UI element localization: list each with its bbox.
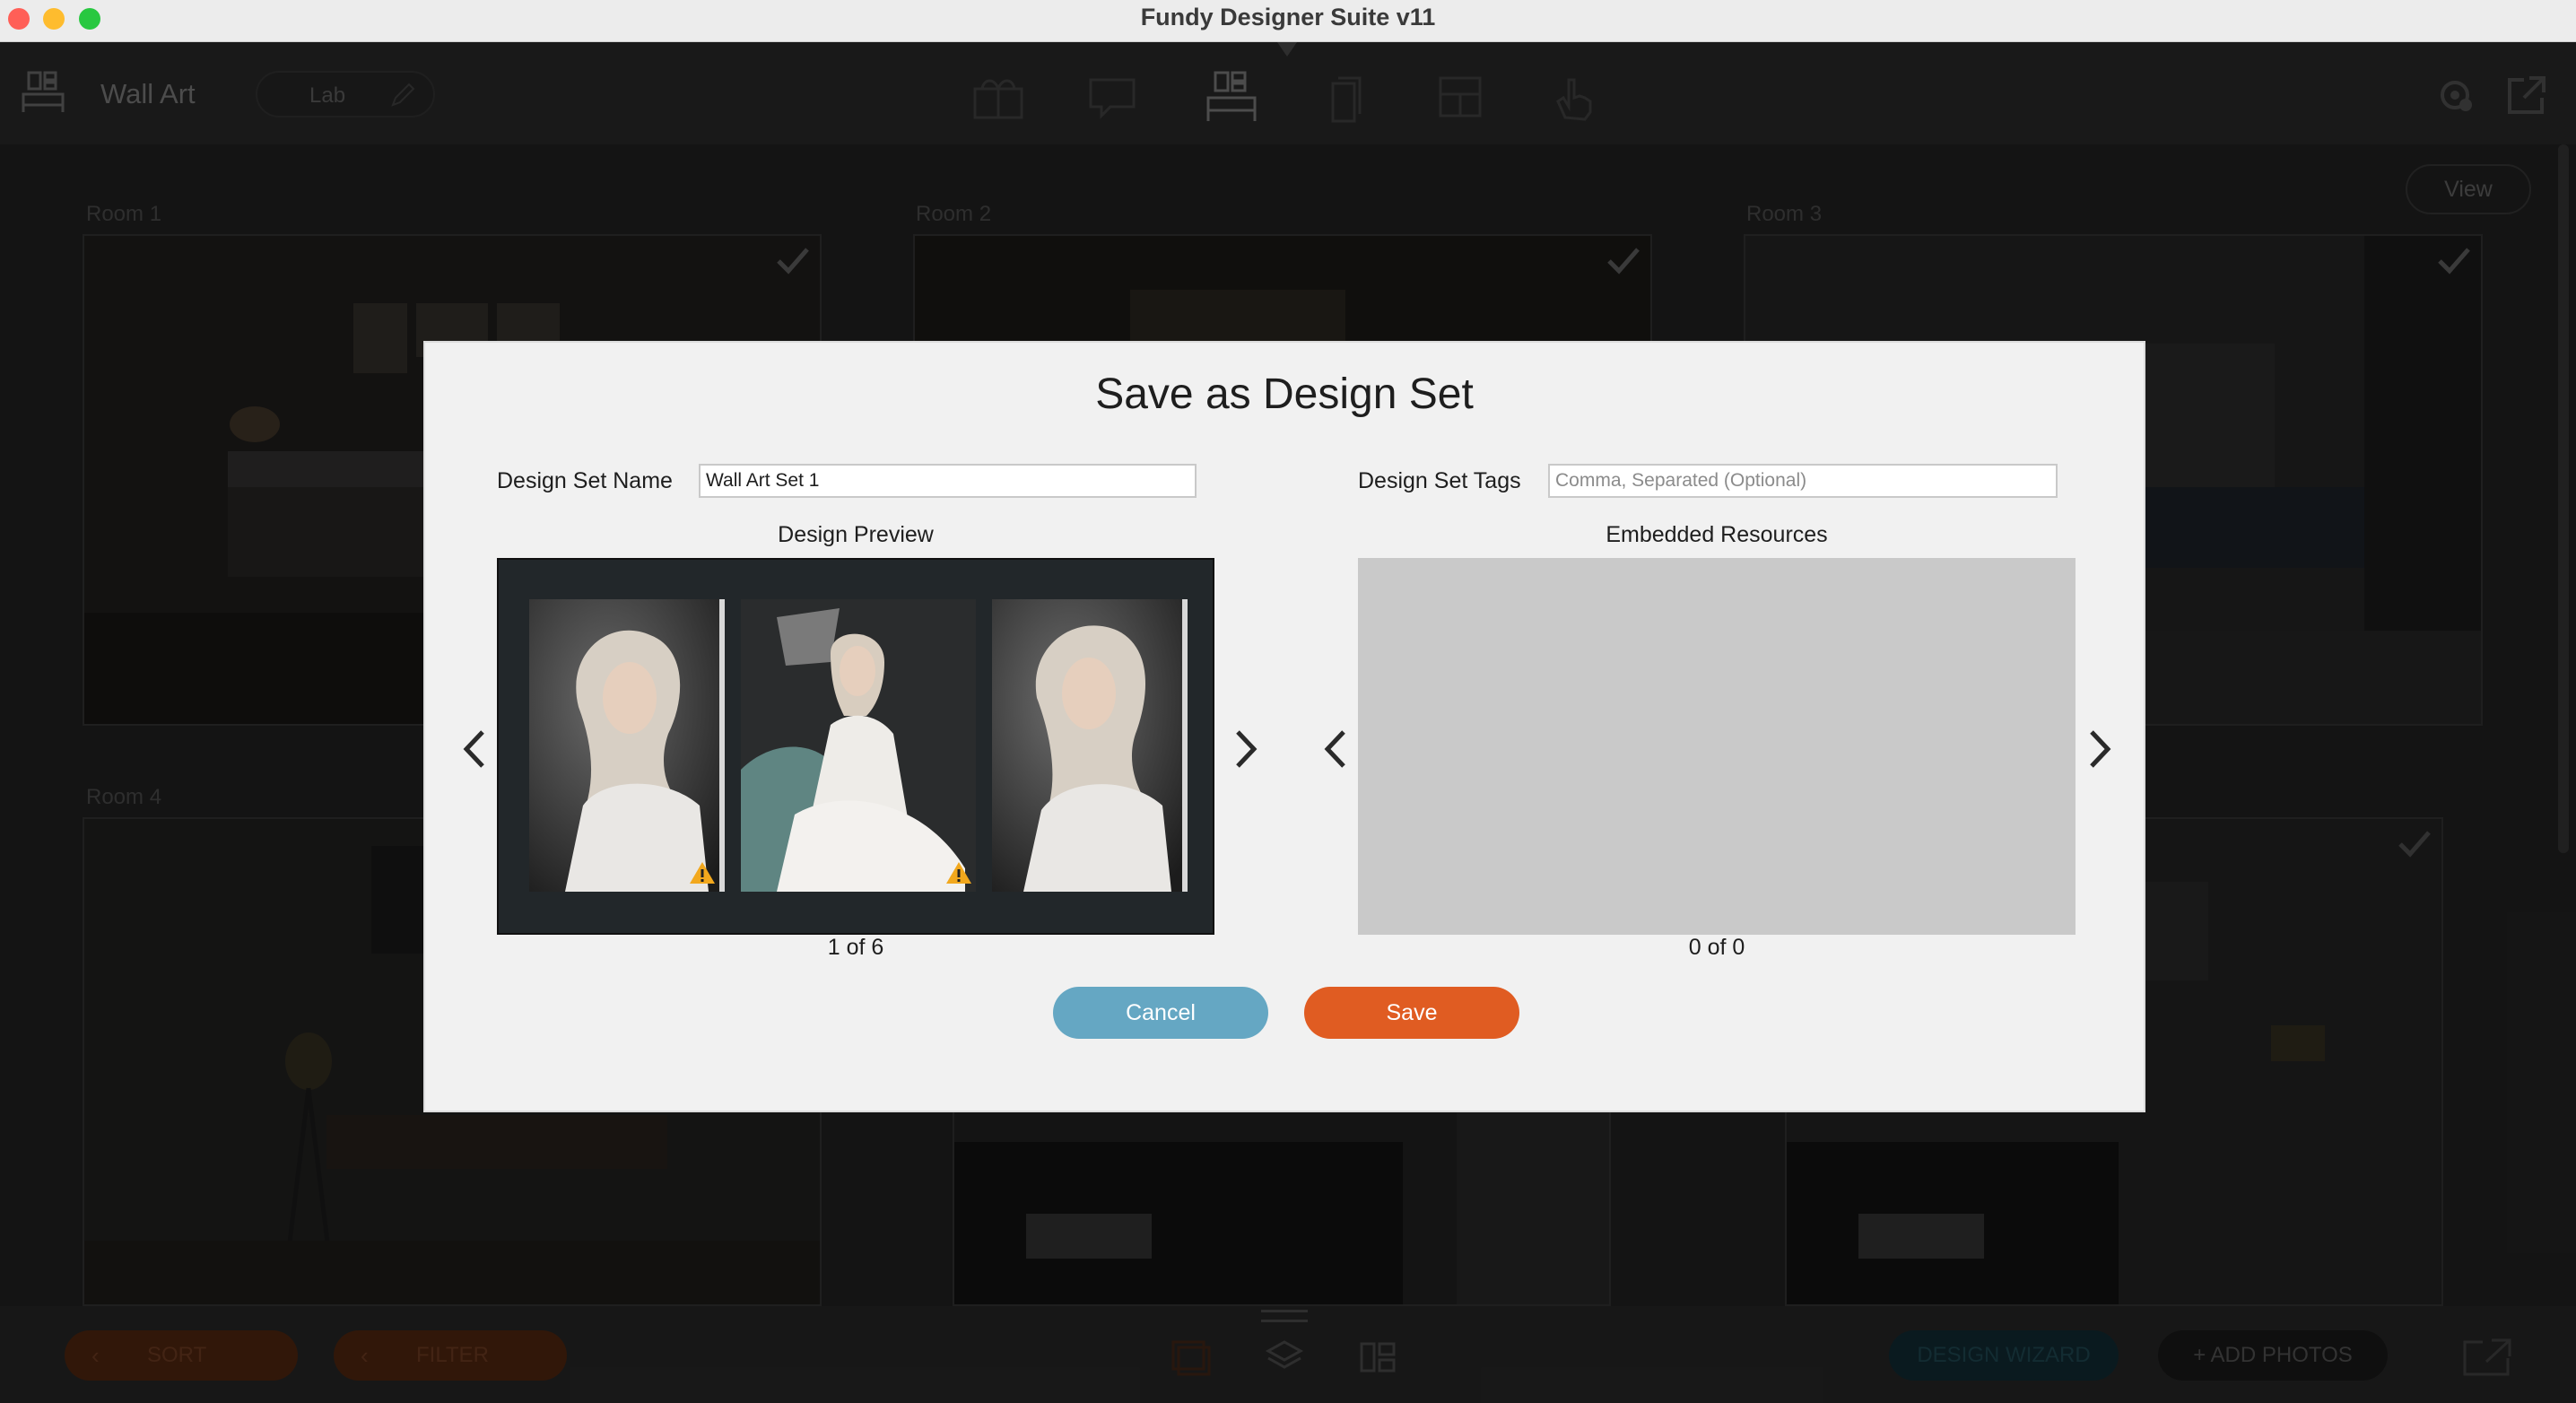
design-set-tags-input[interactable] [1548,464,2058,498]
save-design-set-dialog: Save as Design Set Design Set Name Desig… [423,341,2145,1112]
embedded-resources-title: Embedded Resources [1606,522,1828,547]
design-preview-title: Design Preview [778,522,934,547]
design-set-tags-label: Design Set Tags [1358,468,1521,493]
design-set-name-label: Design Set Name [497,468,673,493]
chevron-right-icon[interactable] [1231,727,1261,771]
cancel-button[interactable]: Cancel [1053,987,1268,1039]
warning-icon [690,862,715,884]
chevron-right-icon[interactable] [2084,727,2115,771]
title-bar: Fundy Designer Suite v11 [0,0,2576,42]
window-title: Fundy Designer Suite v11 [1140,4,1436,30]
preview-photo [529,599,725,892]
resources-counter: 0 of 0 [1688,935,1745,960]
dialog-title: Save as Design Set [1095,370,1474,418]
design-preview [497,558,1214,935]
preview-counter: 1 of 6 [827,935,884,960]
preview-photo [992,599,1188,892]
warning-icon [946,862,971,884]
save-button[interactable]: Save [1304,987,1519,1039]
chevron-left-icon[interactable] [459,727,490,771]
app-window: Fundy Designer Suite v11 Wall Art Lab Vi… [0,0,2576,1403]
chevron-left-icon[interactable] [1320,727,1351,771]
design-set-name-input[interactable] [699,464,1197,498]
preview-photo [741,599,976,892]
embedded-resources-panel [1358,558,2076,935]
